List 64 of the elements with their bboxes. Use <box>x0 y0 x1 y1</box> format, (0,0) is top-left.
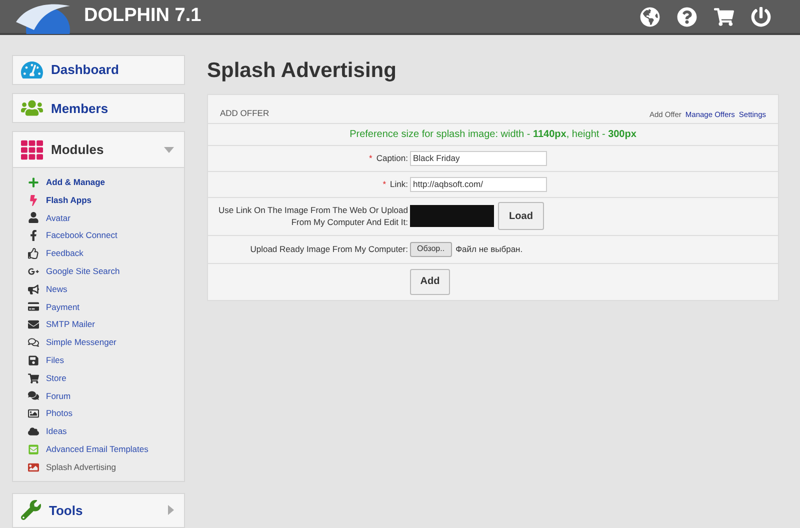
module-link[interactable]: Files <box>46 354 64 367</box>
modules-label: Modules <box>51 141 104 160</box>
plus-icon <box>28 176 38 188</box>
module-link[interactable]: Feedback <box>46 247 84 260</box>
bolt-icon <box>28 194 38 206</box>
module-link[interactable]: Add & Manage <box>46 176 106 189</box>
module-link[interactable]: Payment <box>46 300 80 314</box>
modules-header[interactable]: Modules <box>13 132 184 168</box>
file-status: Файл не выбран. <box>456 242 523 256</box>
globe-icon[interactable] <box>640 6 660 26</box>
dashboard-icon <box>21 59 43 82</box>
cart-icon[interactable] <box>714 6 734 26</box>
megaphone-icon <box>28 284 38 295</box>
chat-bubbles-icon <box>28 337 38 348</box>
module-link[interactable]: Advanced Email Templates <box>46 442 148 456</box>
module-link[interactable]: Store <box>46 372 66 384</box>
envelope-icon <box>28 319 38 330</box>
wrench-icon <box>21 500 41 520</box>
page-title: Splash Advertising <box>207 58 398 84</box>
cloud-icon <box>28 426 38 437</box>
user-icon <box>28 212 38 224</box>
module-link[interactable]: SMTP Mailer <box>46 318 95 332</box>
module-link[interactable]: Simple Messenger <box>46 336 116 349</box>
image-size-notice: Preference size for splash image: width - 1140px, height - 300px <box>350 128 636 142</box>
browse-button[interactable]: Обзор.. <box>410 242 452 257</box>
picture-icon <box>28 462 38 473</box>
grid-icon <box>21 138 43 161</box>
power-icon[interactable] <box>751 6 771 26</box>
add-button[interactable]: Add <box>410 268 450 295</box>
module-link[interactable]: Photos <box>46 407 72 420</box>
help-icon[interactable] <box>677 6 697 26</box>
credit-card-icon <box>28 301 38 312</box>
google-plus-icon <box>28 266 38 277</box>
tools-label: Tools <box>49 502 83 520</box>
module-link[interactable]: Flash Apps <box>46 194 92 206</box>
module-link[interactable]: Facebook Connect <box>46 229 118 242</box>
text-field[interactable]: http://aqbsoft.com/ <box>410 176 547 192</box>
module-link[interactable]: Google Site Search <box>46 264 120 278</box>
field-label: Use Link On The Image From The Web Or Upload From My Computer And Edit It: <box>218 204 408 228</box>
field-label: Link: <box>390 178 408 190</box>
required-mark: * <box>369 152 372 165</box>
required-mark: * <box>382 178 386 191</box>
facebook-icon <box>28 230 38 242</box>
module-link[interactable]: Splash Advertising <box>46 460 116 474</box>
module-link[interactable]: News <box>46 282 68 296</box>
module-link[interactable]: Ideas <box>46 425 67 438</box>
sidebar-card-label: Members <box>51 100 108 118</box>
sidebar-card-label: Dashboard <box>51 61 119 80</box>
panel-title: ADD OFFER <box>220 107 270 120</box>
envelope-icon <box>28 444 38 455</box>
sidebar-card[interactable]: Members <box>12 93 185 124</box>
text-field[interactable]: Black Friday <box>410 150 547 166</box>
load-button[interactable]: Load <box>498 202 544 230</box>
tools-header[interactable]: Tools <box>12 492 185 528</box>
thumbs-up-icon <box>28 248 38 260</box>
field-label: Caption: <box>376 152 408 164</box>
app-title: DOLPHIN 7.1 <box>84 4 202 28</box>
sidebar-card[interactable]: Dashboard <box>12 55 185 86</box>
module-link[interactable]: Avatar <box>46 212 70 224</box>
picture-icon <box>28 408 38 420</box>
module-link[interactable]: Forum <box>46 390 71 402</box>
field-label: Upload Ready Image From My Computer: <box>250 243 408 256</box>
chat-bubbles-icon <box>28 390 38 402</box>
cart-icon <box>28 372 38 384</box>
